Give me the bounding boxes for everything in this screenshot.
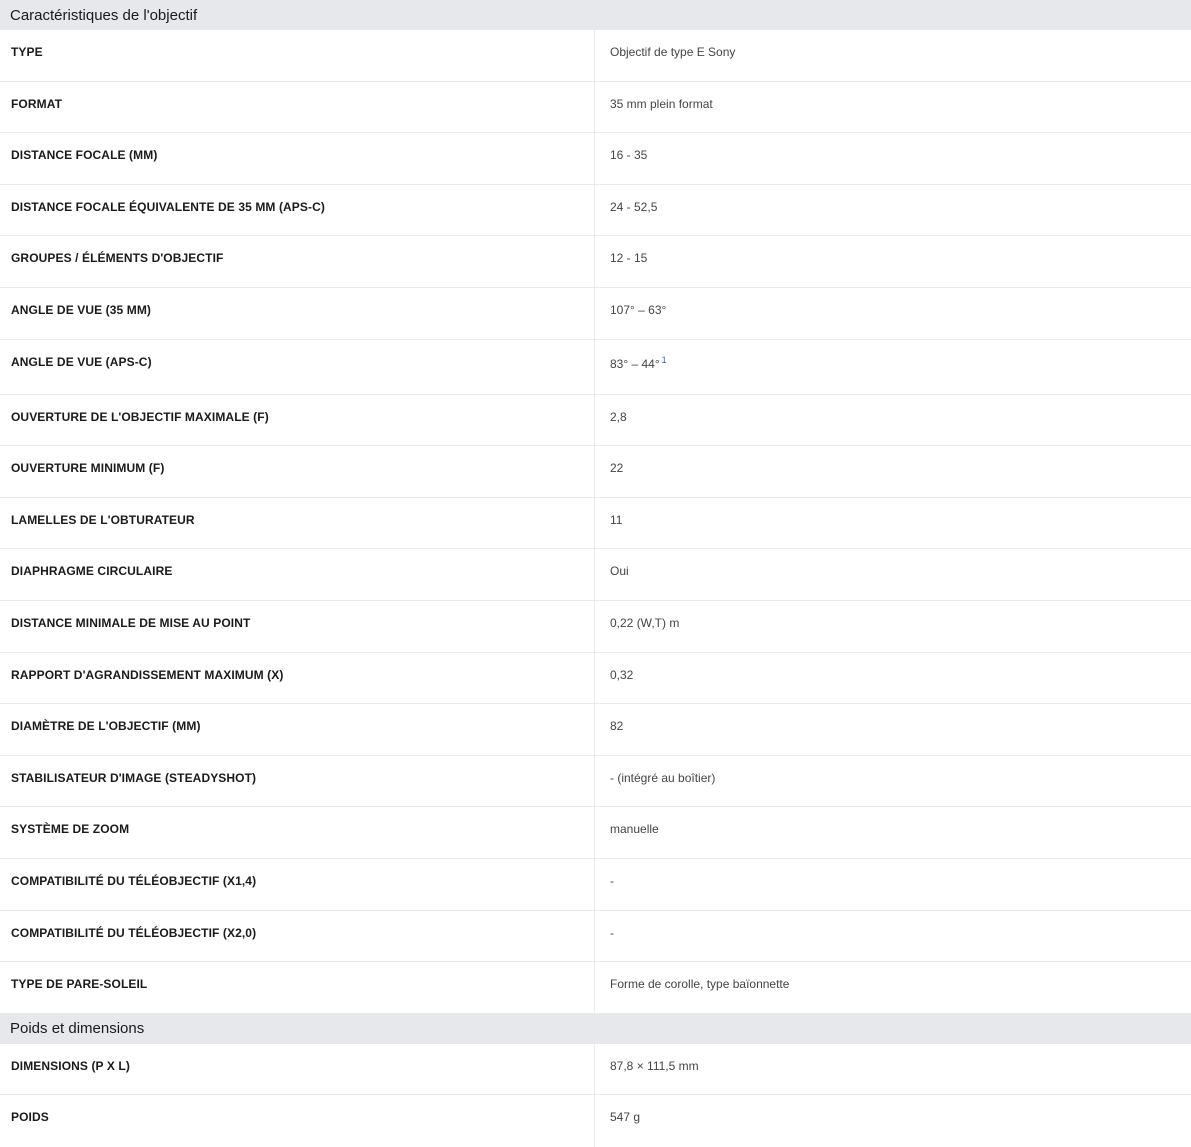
spec-value: Forme de corolle, type baïonnette bbox=[610, 977, 790, 992]
spec-row-weight: POIDS 547 g bbox=[0, 1095, 1191, 1147]
spec-value: - bbox=[610, 925, 614, 940]
spec-row-angle-of-view-apsc: ANGLE DE VUE (APS-C) 83° – 44° 1 bbox=[0, 339, 1191, 395]
spec-value: manuelle bbox=[610, 822, 659, 837]
spec-row-focal-length: DISTANCE FOCALE (MM) 16 - 35 bbox=[0, 133, 1191, 185]
spec-value: Oui bbox=[610, 564, 629, 579]
section-header-weight-dimensions: Poids et dimensions bbox=[0, 1013, 1191, 1044]
spec-label: RAPPORT D'AGRANDISSEMENT MAXIMUM (X) bbox=[0, 652, 595, 704]
spec-row-zoom-system: SYSTÈME DE ZOOM manuelle bbox=[0, 807, 1191, 859]
spec-row-min-focus-distance: DISTANCE MINIMALE DE MISE AU POINT 0,22 … bbox=[0, 600, 1191, 653]
spec-row-min-aperture: OUVERTURE MINIMUM (F) 22 bbox=[0, 446, 1191, 498]
spec-label: ANGLE DE VUE (APS-C) bbox=[0, 339, 595, 394]
spec-value: 547 g bbox=[610, 1110, 641, 1125]
spec-row-type: TYPE Objectif de type E Sony bbox=[0, 30, 1191, 82]
spec-value: 22 bbox=[610, 461, 624, 476]
spec-value: 82 bbox=[610, 719, 624, 734]
spec-value: 35 mm plein format bbox=[610, 96, 713, 111]
spec-value: 24 - 52,5 bbox=[610, 199, 658, 214]
spec-label: DISTANCE FOCALE ÉQUIVALENTE DE 35 MM (AP… bbox=[0, 184, 595, 236]
spec-label: FORMAT bbox=[0, 81, 595, 133]
spec-row-circular-aperture: DIAPHRAGME CIRCULAIRE Oui bbox=[0, 549, 1191, 601]
spec-value: - (intégré au boîtier) bbox=[610, 770, 716, 785]
spec-label: TYPE DE PARE-SOLEIL bbox=[0, 962, 595, 1013]
spec-row-aperture-blades: LAMELLES DE L'OBTURATEUR 11 bbox=[0, 497, 1191, 550]
spec-label: LAMELLES DE L'OBTURATEUR bbox=[0, 497, 595, 549]
spec-label: OUVERTURE MINIMUM (F) bbox=[0, 446, 595, 497]
spec-value: 83° – 44° 1 bbox=[595, 340, 1191, 394]
spec-row-equivalent-focal-length: DISTANCE FOCALE ÉQUIVALENTE DE 35 MM (AP… bbox=[0, 184, 1191, 237]
spec-label: STABILISATEUR D'IMAGE (STEADYSHOT) bbox=[0, 755, 595, 807]
spec-row-lens-groups-elements: GROUPES / ÉLÉMENTS D'OBJECTIF 12 - 15 bbox=[0, 236, 1191, 288]
spec-label: DIAMÈTRE DE L'OBJECTIF (MM) bbox=[0, 704, 595, 755]
spec-label: SYSTÈME DE ZOOM bbox=[0, 807, 595, 858]
spec-row-angle-of-view-35mm: ANGLE DE VUE (35 MM) 107° – 63° bbox=[0, 287, 1191, 340]
spec-value-text: 83° – 44° bbox=[610, 356, 660, 371]
spec-value: Objectif de type E Sony bbox=[610, 45, 736, 59]
spec-label: DIAPHRAGME CIRCULAIRE bbox=[0, 549, 595, 600]
specifications-table: Caractéristiques de l'objectif TYPE Obje… bbox=[0, 0, 1191, 1147]
spec-row-max-magnification: RAPPORT D'AGRANDISSEMENT MAXIMUM (X) 0,3… bbox=[0, 652, 1191, 705]
spec-label: DISTANCE MINIMALE DE MISE AU POINT bbox=[0, 600, 595, 652]
spec-row-filter-diameter: DIAMÈTRE DE L'OBJECTIF (MM) 82 bbox=[0, 704, 1191, 756]
spec-value: - bbox=[610, 873, 614, 888]
spec-row-format: FORMAT 35 mm plein format bbox=[0, 81, 1191, 134]
spec-label: POIDS bbox=[0, 1095, 595, 1147]
spec-label: ANGLE DE VUE (35 MM) bbox=[0, 287, 595, 339]
spec-value: 11 bbox=[610, 512, 623, 527]
spec-label: OUVERTURE DE L'OBJECTIF MAXIMALE (F) bbox=[0, 394, 595, 446]
spec-row-max-aperture: OUVERTURE DE L'OBJECTIF MAXIMALE (F) 2,8 bbox=[0, 394, 1191, 447]
spec-label: DISTANCE FOCALE (MM) bbox=[0, 133, 595, 184]
spec-label: GROUPES / ÉLÉMENTS D'OBJECTIF bbox=[0, 236, 595, 287]
spec-label: COMPATIBILITÉ DU TÉLÉOBJECTIF (X1,4) bbox=[0, 858, 595, 910]
spec-row-lens-hood-type: TYPE DE PARE-SOLEIL Forme de corolle, ty… bbox=[0, 962, 1191, 1014]
footnote-link[interactable]: 1 bbox=[662, 355, 667, 365]
spec-value: 87,8 × 111,5 mm bbox=[610, 1058, 699, 1073]
spec-row-image-stabilizer: STABILISATEUR D'IMAGE (STEADYSHOT) - (in… bbox=[0, 755, 1191, 808]
spec-value: 2,8 bbox=[610, 409, 627, 424]
spec-value: 0,32 bbox=[610, 667, 634, 682]
spec-label: TYPE bbox=[0, 30, 595, 81]
spec-value: 12 - 15 bbox=[610, 251, 648, 266]
spec-row-dimensions: DIMENSIONS (P X L) 87,8 × 111,5 mm bbox=[0, 1043, 1191, 1096]
spec-label: COMPATIBILITÉ DU TÉLÉOBJECTIF (X2,0) bbox=[0, 910, 595, 962]
spec-label: DIMENSIONS (P X L) bbox=[0, 1043, 595, 1095]
spec-row-teleconverter-1-4: COMPATIBILITÉ DU TÉLÉOBJECTIF (X1,4) - bbox=[0, 858, 1191, 911]
spec-value: 0,22 (W,T) m bbox=[610, 615, 680, 630]
spec-value: 107° – 63° bbox=[610, 302, 667, 317]
spec-value: 16 - 35 bbox=[610, 148, 648, 163]
spec-row-teleconverter-2-0: COMPATIBILITÉ DU TÉLÉOBJECTIF (X2,0) - bbox=[0, 910, 1191, 963]
section-header-lens-characteristics: Caractéristiques de l'objectif bbox=[0, 0, 1191, 30]
